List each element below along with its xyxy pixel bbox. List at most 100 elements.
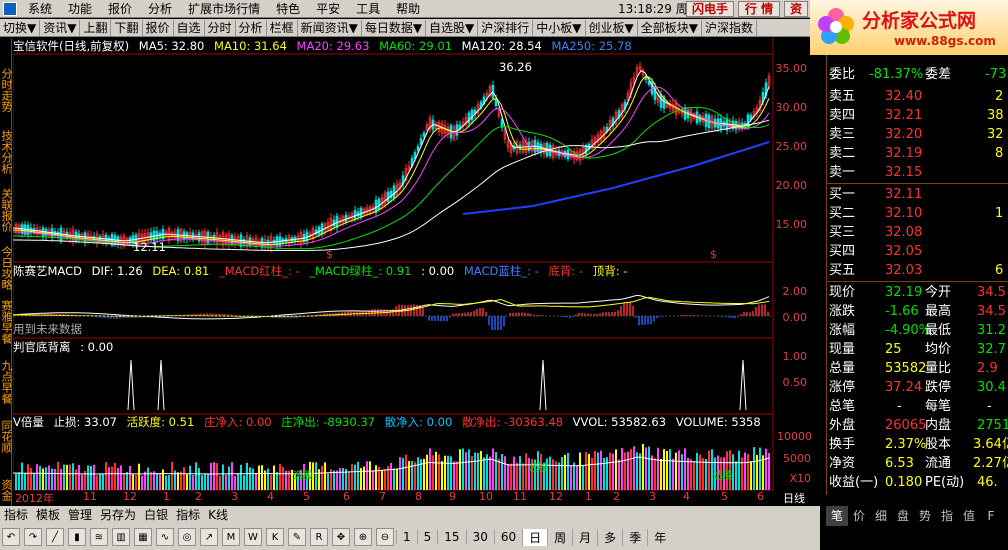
target-icon[interactable]: ◎: [178, 528, 196, 546]
quote-tab-detail[interactable]: 细: [870, 506, 892, 526]
line-tool-icon[interactable]: ╱: [46, 528, 64, 546]
move-icon[interactable]: ✥: [332, 528, 350, 546]
menu-extended-market[interactable]: 扩展市场行情: [180, 0, 268, 18]
quote-tab-trend[interactable]: 势: [914, 506, 936, 526]
bottom-tab-save-as[interactable]: 另存为: [96, 506, 140, 523]
toolbar-index[interactable]: 沪深指数: [702, 19, 758, 36]
period-quarter[interactable]: 季: [622, 528, 647, 546]
toolbar-frame[interactable]: 栏框: [267, 19, 298, 36]
quote-tab-trades[interactable]: 笔: [826, 506, 848, 526]
stat-label: 股本: [925, 437, 952, 452]
zoom-out-icon[interactable]: ⊖: [376, 528, 394, 546]
chart-area[interactable]: $ $ 宝信软件(日线,前复权) MA5: 32.80 MA10: 31.64 M…: [13, 38, 813, 506]
toolbar-stock-pick[interactable]: 自选股▼: [426, 19, 479, 36]
menu-analysis[interactable]: 分析: [140, 0, 180, 18]
kline-icon[interactable]: ▮: [68, 528, 86, 546]
quote-tab-price[interactable]: 价: [848, 506, 870, 526]
macd-zero: : 0.00: [421, 264, 455, 278]
kdj-icon[interactable]: K: [266, 528, 284, 546]
y-tick-20: 20.00: [775, 179, 808, 192]
bar-chart-icon[interactable]: ▥: [112, 528, 130, 546]
volume-bar: [501, 454, 503, 490]
period-30min[interactable]: 30: [465, 530, 494, 544]
toolbar-daily-data[interactable]: 每日数据▼: [362, 19, 427, 36]
menu-help[interactable]: 帮助: [388, 0, 428, 18]
tab-nine-breakfast[interactable]: 九点早餐: [0, 360, 13, 404]
tab-timeshare[interactable]: 分时走势: [0, 68, 13, 112]
menu-quote[interactable]: 报价: [100, 0, 140, 18]
period-multi[interactable]: 多: [597, 528, 622, 546]
candle-body: [392, 185, 396, 199]
toolbar-watchlist[interactable]: 自选: [174, 19, 205, 36]
tab-technical[interactable]: 技术分析: [0, 130, 13, 174]
stat-value: 25: [885, 342, 902, 357]
wave-icon[interactable]: ∿: [156, 528, 174, 546]
menu-function[interactable]: 功能: [60, 0, 100, 18]
macd-icon[interactable]: M: [222, 528, 240, 546]
volume-bar: [282, 466, 284, 490]
vol-active: 活跃度: 0.51: [126, 415, 195, 429]
toolbar-gem-board[interactable]: 创业板▼: [586, 19, 638, 36]
volume-bar: [408, 461, 410, 490]
toolbar-page-up[interactable]: 上翻: [80, 19, 112, 36]
period-month[interactable]: 月: [572, 528, 597, 546]
menu-pingan[interactable]: 平安: [308, 0, 348, 18]
zoom-in-icon[interactable]: ⊕: [354, 528, 372, 546]
period-day[interactable]: 日: [522, 528, 548, 546]
trend-icon[interactable]: ↗: [200, 528, 218, 546]
market-button[interactable]: 行 情: [738, 1, 780, 17]
volume-bar: [324, 462, 326, 490]
toolbar-analysis[interactable]: 分析: [236, 19, 267, 36]
toolbar-ranking[interactable]: 沪深排行: [478, 19, 534, 36]
toolbar-news[interactable]: 资讯▼: [40, 19, 81, 36]
toolbar-switch[interactable]: 切换▼: [0, 19, 41, 36]
toolbar-all-sectors[interactable]: 全部板块▼: [638, 19, 702, 36]
rsi-icon[interactable]: R: [310, 528, 328, 546]
bottom-tab-indicator[interactable]: 指标: [0, 506, 32, 523]
info-button[interactable]: 资: [784, 1, 808, 17]
grid-icon[interactable]: ▦: [134, 528, 152, 546]
toolbar-quote[interactable]: 报价: [143, 19, 174, 36]
toolbar-timeshare[interactable]: 分时: [205, 19, 236, 36]
tab-saiya-breakfast[interactable]: 赛雅早餐: [0, 300, 13, 344]
toolbar-sme-board[interactable]: 中小板▼: [533, 19, 586, 36]
pen-icon[interactable]: ✎: [288, 528, 306, 546]
volume-bar: [606, 457, 608, 490]
tab-capital-flow[interactable]: 资金流: [0, 474, 13, 506]
bottom-tab-kline[interactable]: K线: [204, 506, 232, 523]
menu-tools[interactable]: 工具: [348, 0, 388, 18]
logo-name: 分析家公式网: [862, 10, 977, 32]
ma250-label: MA250: 25.78: [551, 39, 632, 53]
quote-tab-book[interactable]: 盘: [892, 506, 914, 526]
period-15min[interactable]: 15: [437, 530, 465, 544]
undo-icon[interactable]: ↶: [2, 528, 20, 546]
bottom-tab-manage[interactable]: 管理: [64, 506, 96, 523]
stat-row: 总量 53582 量比 2.9: [827, 359, 1008, 378]
stat-row: 外盘 26065 内盘 2751: [827, 416, 1008, 435]
tab-related-quote[interactable]: 关联报价: [0, 188, 13, 232]
period-week[interactable]: 周: [547, 528, 572, 546]
bottom-tab-indicator-2[interactable]: 指标: [172, 506, 204, 523]
tab-today-strategy[interactable]: 今日攻略: [0, 246, 13, 290]
redo-icon[interactable]: ↷: [24, 528, 42, 546]
period-1min[interactable]: 1: [396, 530, 417, 544]
flash-trade-button[interactable]: 闪电手: [686, 1, 734, 17]
quote-tab-index[interactable]: 指: [936, 506, 958, 526]
volume-bar: [246, 462, 248, 490]
bottom-tab-template[interactable]: 模板: [32, 506, 64, 523]
period-year[interactable]: 年: [647, 528, 672, 546]
quote-tab-f10[interactable]: F: [980, 506, 1002, 526]
quote-tab-value[interactable]: 值: [958, 506, 980, 526]
wr-icon[interactable]: W: [244, 528, 262, 546]
volume-bar: [519, 456, 521, 490]
period-5min[interactable]: 5: [416, 530, 438, 544]
menu-system[interactable]: 系统: [20, 0, 60, 18]
period-60min[interactable]: 60: [493, 530, 522, 544]
bottom-tab-silver[interactable]: 白银: [140, 506, 172, 523]
volume-bar: [54, 468, 56, 490]
toolbar-page-down[interactable]: 下翻: [111, 19, 143, 36]
menu-feature[interactable]: 特色: [268, 0, 308, 18]
toolbar-news-info[interactable]: 新闻资讯▼: [298, 19, 362, 36]
tab-tonghuashun[interactable]: 同花顺: [0, 420, 13, 453]
chart-icon[interactable]: ≋: [90, 528, 108, 546]
